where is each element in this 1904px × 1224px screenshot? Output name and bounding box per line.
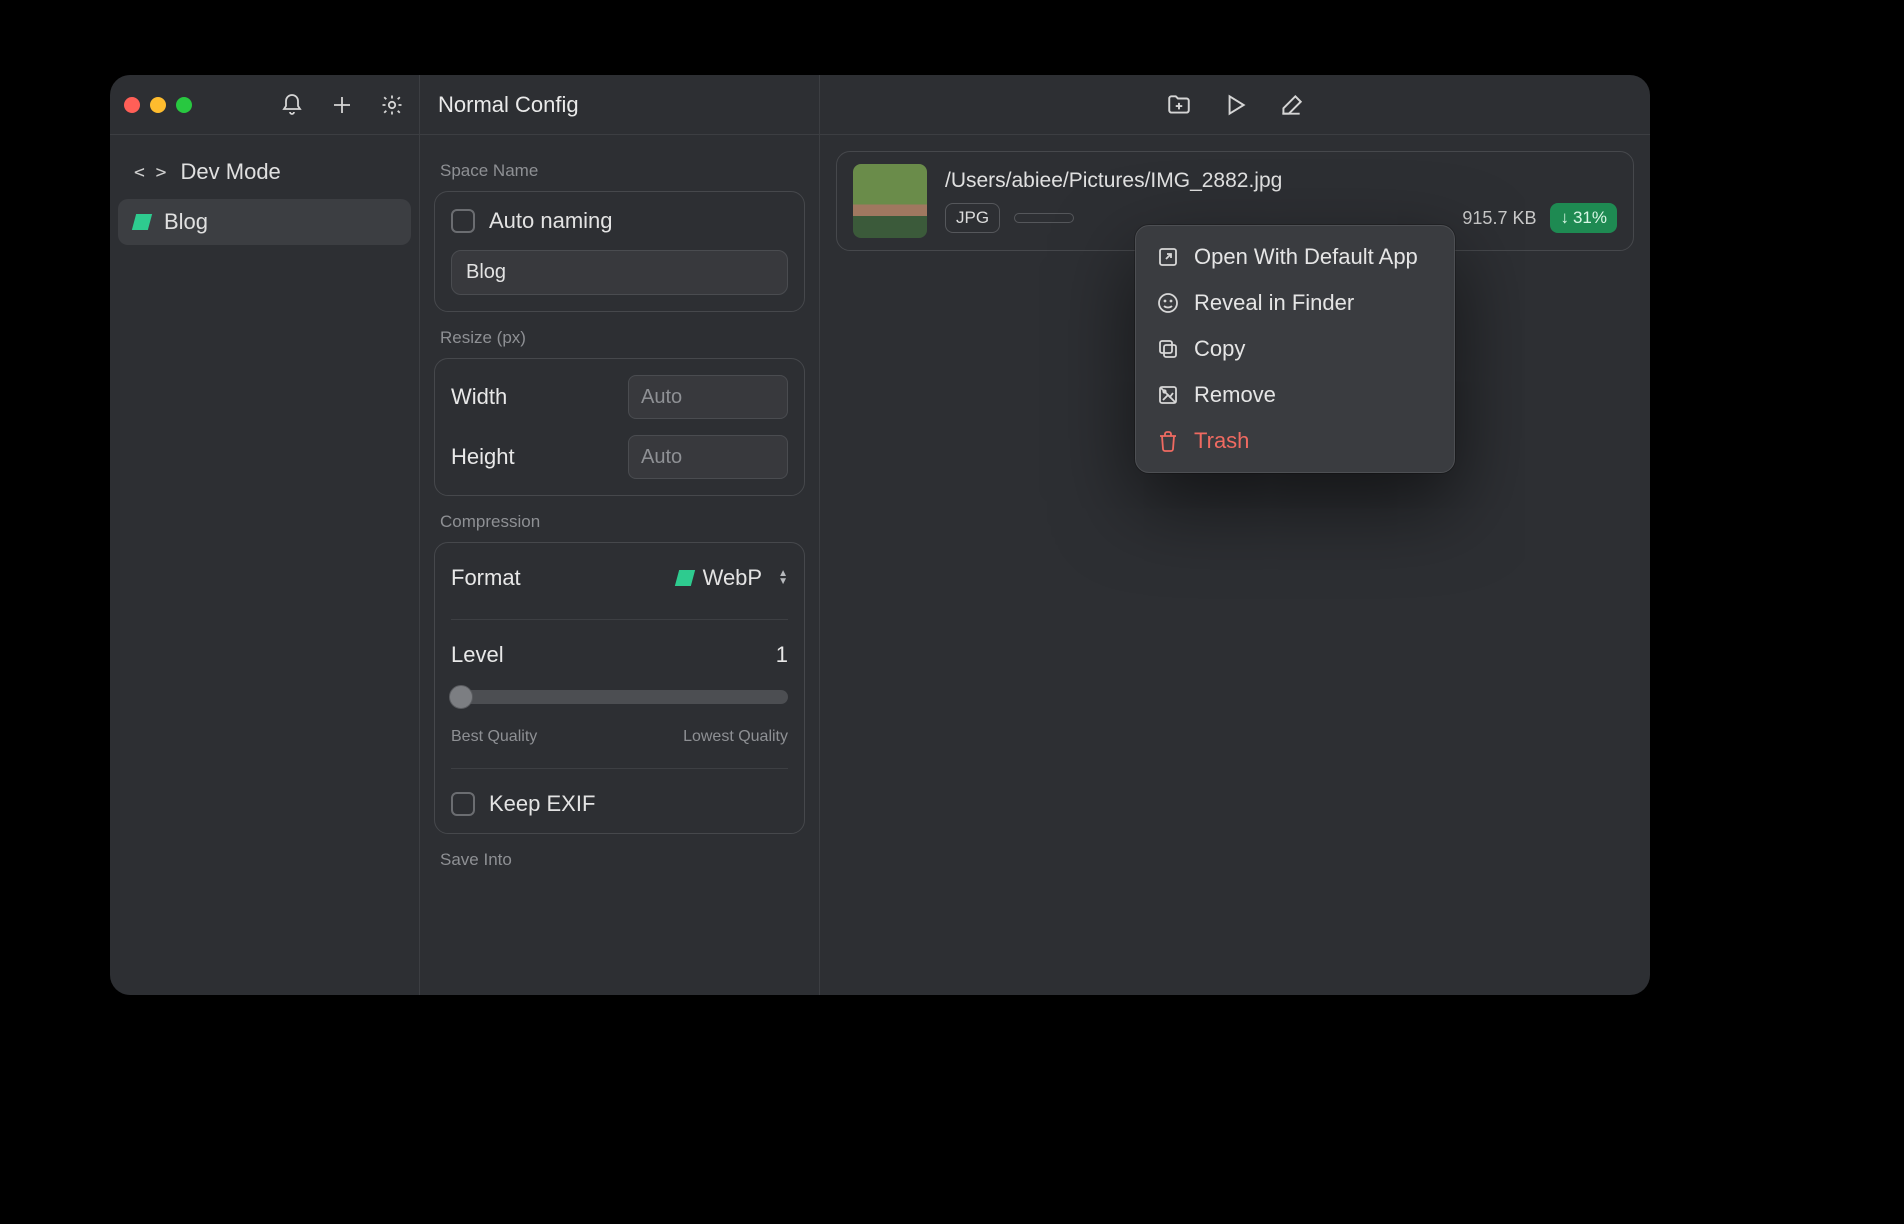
config-panel: Normal Config Space Name Auto naming Res… <box>420 75 820 995</box>
window-traffic-lights <box>124 97 192 113</box>
sidebar-toolbar <box>110 75 419 135</box>
app-window: < > Dev Mode Blog Normal Config Space Na… <box>110 75 1650 995</box>
format-label: Format <box>451 565 521 591</box>
space-name-input[interactable] <box>451 250 788 295</box>
auto-naming-checkbox[interactable] <box>451 209 475 233</box>
divider <box>451 619 788 620</box>
level-slider[interactable] <box>451 690 788 704</box>
slider-label-best: Best Quality <box>451 728 537 746</box>
width-label: Width <box>451 384 507 410</box>
space-name-card: Auto naming <box>434 191 805 312</box>
height-label: Height <box>451 444 515 470</box>
ctx-remove[interactable]: Remove <box>1144 372 1446 418</box>
file-info: /Users/abiee/Pictures/IMG_2882.jpg JPG 9… <box>945 169 1617 233</box>
config-title: Normal Config <box>420 75 819 135</box>
ctx-label: Open With Default App <box>1194 244 1418 270</box>
ctx-label: Reveal in Finder <box>1194 290 1354 316</box>
minimize-window-button[interactable] <box>150 97 166 113</box>
ctx-label: Trash <box>1194 428 1249 454</box>
ctx-label: Copy <box>1194 336 1245 362</box>
height-input[interactable] <box>629 446 819 469</box>
format-value[interactable]: WebP ▲▼ <box>677 565 788 591</box>
erase-icon[interactable] <box>1278 92 1304 118</box>
level-value: 1 <box>776 642 788 668</box>
file-path: /Users/abiee/Pictures/IMG_2882.jpg <box>945 169 1617 193</box>
space-color-icon <box>132 214 152 230</box>
divider <box>451 768 788 769</box>
config-body: Space Name Auto naming Resize (px) Width… <box>420 135 819 995</box>
sidebar-item-label: Blog <box>164 209 208 235</box>
ctx-label: Remove <box>1194 382 1276 408</box>
gear-icon[interactable] <box>379 92 405 118</box>
main-panel: /Users/abiee/Pictures/IMG_2882.jpg JPG 9… <box>820 75 1650 995</box>
level-label: Level <box>451 642 504 668</box>
width-input[interactable] <box>629 386 819 409</box>
sidebar-item-label: Dev Mode <box>181 159 281 185</box>
resize-card: Width ▲▼ Height ▲▼ <box>434 358 805 496</box>
format-color-icon <box>674 570 694 586</box>
file-savings-badge: ↓ 31% <box>1550 203 1617 233</box>
add-folder-icon[interactable] <box>1166 92 1192 118</box>
sidebar-item-dev-mode[interactable]: < > Dev Mode <box>118 149 411 195</box>
file-savings-value: 31% <box>1573 208 1607 228</box>
slider-label-lowest: Lowest Quality <box>683 728 788 746</box>
sidebar-list: < > Dev Mode Blog <box>110 135 419 259</box>
main-body: /Users/abiee/Pictures/IMG_2882.jpg JPG 9… <box>820 135 1650 267</box>
section-label-resize: Resize (px) <box>440 328 799 348</box>
section-label-compression: Compression <box>440 512 799 532</box>
width-stepper[interactable]: ▲▼ <box>628 375 788 419</box>
arrow-down-icon: ↓ <box>1560 208 1569 228</box>
bell-icon[interactable] <box>279 92 305 118</box>
file-size-after: 915.7 KB <box>1462 208 1536 229</box>
main-toolbar <box>820 75 1650 135</box>
ctx-reveal-finder[interactable]: Reveal in Finder <box>1144 280 1446 326</box>
ctx-copy[interactable]: Copy <box>1144 326 1446 372</box>
compression-card: Format WebP ▲▼ Level 1 Best Quality <box>434 542 805 834</box>
section-label-space-name: Space Name <box>440 161 799 181</box>
format-updown-icon: ▲▼ <box>778 570 788 586</box>
plus-icon[interactable] <box>329 92 355 118</box>
keep-exif-checkbox[interactable] <box>451 792 475 816</box>
ctx-trash[interactable]: Trash <box>1144 418 1446 464</box>
play-icon[interactable] <box>1222 92 1248 118</box>
context-menu: Open With Default App Reveal in Finder C… <box>1135 225 1455 473</box>
sidebar: < > Dev Mode Blog <box>110 75 420 995</box>
section-label-save-into: Save Into <box>440 850 799 870</box>
auto-naming-label: Auto naming <box>489 208 613 234</box>
file-thumbnail <box>853 164 927 238</box>
keep-exif-label: Keep EXIF <box>489 791 595 817</box>
code-icon: < > <box>134 162 167 183</box>
maximize-window-button[interactable] <box>176 97 192 113</box>
file-format-from: JPG <box>945 203 1000 233</box>
sidebar-item-blog[interactable]: Blog <box>118 199 411 245</box>
ctx-open-default[interactable]: Open With Default App <box>1144 234 1446 280</box>
file-format-to <box>1014 213 1074 223</box>
format-value-text: WebP <box>703 565 763 591</box>
height-stepper[interactable]: ▲▼ <box>628 435 788 479</box>
close-window-button[interactable] <box>124 97 140 113</box>
format-row[interactable]: Format WebP ▲▼ <box>451 559 788 597</box>
slider-thumb[interactable] <box>449 685 473 709</box>
